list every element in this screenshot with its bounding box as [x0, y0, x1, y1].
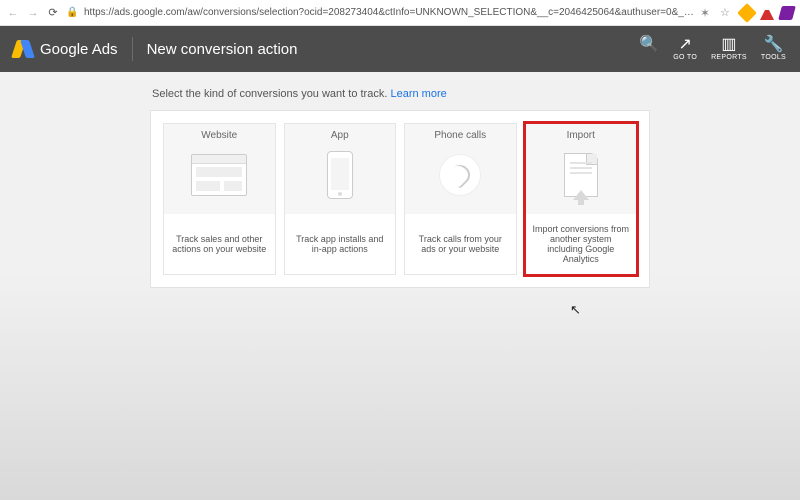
card-desc: Track calls from your ads or your websit… — [405, 214, 516, 274]
extension-area: ✶ ☆ — [700, 6, 794, 20]
search-button[interactable]: 🔍 — [639, 37, 659, 54]
reports-label: REPORTS — [711, 54, 747, 61]
card-app[interactable]: App Track app installs and in-app action… — [284, 123, 397, 275]
reload-icon[interactable]: ⟳ — [46, 6, 60, 19]
cursor-icon: ↖ — [570, 302, 581, 318]
prompt-label: Select the kind of conversions you want … — [152, 88, 387, 100]
import-illustration-icon — [551, 149, 611, 201]
goto-icon: ↗ — [678, 37, 691, 53]
app-illustration-icon — [310, 149, 370, 201]
extension-icon[interactable] — [778, 6, 796, 20]
browser-chrome: ← → ⟳ 🔒 https://ads.google.com/aw/conver… — [0, 0, 800, 26]
bookmark-icon[interactable]: ☆ — [720, 6, 734, 20]
card-title: App — [331, 130, 349, 141]
search-icon: 🔍 — [639, 37, 659, 53]
lock-icon: 🔒 — [66, 7, 78, 18]
search-omni-icon[interactable]: ✶ — [700, 6, 714, 20]
brand[interactable]: Google Ads — [14, 40, 118, 58]
google-ads-logo-icon — [14, 40, 32, 58]
card-desc: Track sales and other actions on your we… — [164, 214, 275, 274]
address-bar[interactable]: https://ads.google.com/aw/conversions/se… — [84, 7, 694, 18]
website-illustration-icon — [189, 149, 249, 201]
brand-text: Google Ads — [40, 41, 118, 58]
extension-icon[interactable] — [760, 6, 774, 20]
tools-button[interactable]: 🔧 TOOLS — [761, 37, 786, 61]
prompt-text: Select the kind of conversions you want … — [152, 88, 648, 100]
card-title: Phone calls — [434, 130, 486, 141]
card-title: Website — [201, 130, 237, 141]
phone-illustration-icon — [430, 149, 490, 201]
reports-icon: ▥ — [721, 37, 736, 53]
conversion-type-panel: Website Track sales and other actions on… — [150, 110, 650, 288]
card-title: Import — [567, 130, 595, 141]
goto-label: GO TO — [673, 54, 697, 61]
card-desc: Track app installs and in-app actions — [285, 214, 396, 274]
back-icon[interactable]: ← — [6, 7, 20, 19]
content-area: Select the kind of conversions you want … — [0, 72, 800, 288]
reports-button[interactable]: ▥ REPORTS — [711, 37, 747, 61]
tools-icon: 🔧 — [763, 37, 783, 53]
forward-icon: → — [26, 7, 40, 19]
card-import[interactable]: Import Import conversions from another s… — [525, 123, 638, 275]
card-desc: Import conversions from another system i… — [526, 214, 637, 274]
learn-more-link[interactable]: Learn more — [390, 88, 446, 100]
extension-icon[interactable] — [737, 3, 757, 23]
goto-button[interactable]: ↗ GO TO — [673, 37, 697, 61]
app-header: Google Ads New conversion action 🔍 ↗ GO … — [0, 26, 800, 72]
header-tools: 🔍 ↗ GO TO ▥ REPORTS 🔧 TOOLS — [639, 37, 786, 61]
page-title: New conversion action — [147, 41, 298, 58]
card-website[interactable]: Website Track sales and other actions on… — [163, 123, 276, 275]
card-phone-calls[interactable]: Phone calls Track calls from your ads or… — [404, 123, 517, 275]
divider — [132, 37, 133, 61]
tools-label: TOOLS — [761, 54, 786, 61]
